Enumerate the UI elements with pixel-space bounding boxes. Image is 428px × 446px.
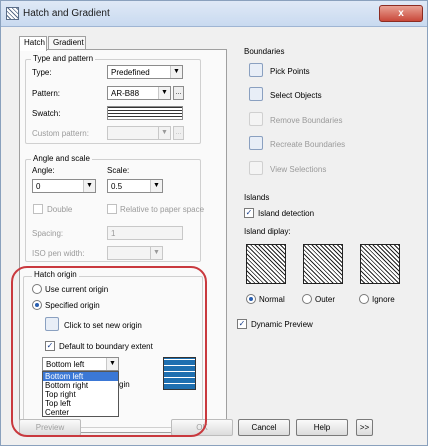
chevron-down-icon: ▼: [83, 180, 95, 192]
tab-hatch[interactable]: Hatch: [19, 36, 47, 51]
tab-gradient[interactable]: Gradient: [48, 36, 86, 50]
dialog-window: Hatch and Gradient x Hatch Gradient Type…: [0, 0, 428, 446]
view-selections-icon[interactable]: [249, 161, 263, 175]
origin-preview-icon: [163, 357, 196, 390]
click-set-origin-label: Click to set new origin: [64, 321, 142, 330]
spacing-label: Spacing:: [32, 229, 64, 238]
custom-pattern-label: Custom pattern:: [32, 129, 89, 138]
dropdown-option-center[interactable]: Center: [43, 408, 118, 417]
swatch-label: Swatch:: [32, 109, 61, 118]
spacing-input[interactable]: 1: [107, 226, 183, 240]
scale-label: Scale:: [107, 166, 130, 175]
window-title: Hatch and Gradient: [23, 8, 110, 19]
angle-select[interactable]: 0 ▼: [32, 179, 96, 193]
select-objects-label[interactable]: Select Objects: [270, 91, 322, 100]
island-normal-label: Normal: [259, 295, 285, 304]
iso-pen-label: ISO pen width:: [32, 249, 85, 258]
island-outer-label: Outer: [315, 295, 336, 304]
origin-position-select[interactable]: Bottom left ▼: [42, 357, 119, 371]
recreate-boundaries-icon[interactable]: [249, 136, 263, 150]
dropdown-option-bottom-left[interactable]: Bottom left: [43, 372, 118, 381]
set-origin-icon[interactable]: [45, 317, 59, 331]
remove-boundaries-icon[interactable]: [249, 112, 263, 126]
island-normal-icon[interactable]: [246, 244, 286, 284]
recreate-boundaries-label[interactable]: Recreate Boundaries: [270, 140, 345, 149]
pick-points-icon[interactable]: [249, 63, 263, 77]
scale-value: 0.5: [111, 182, 123, 191]
default-boundary-checkbox[interactable]: ✓: [45, 341, 55, 351]
islands-label: Islands: [244, 193, 270, 202]
angle-scale-label: Angle and scale: [31, 154, 92, 163]
help-button[interactable]: Help: [296, 419, 348, 436]
angle-label: Angle:: [32, 166, 55, 175]
title-bar: Hatch and Gradient x: [1, 1, 427, 27]
default-boundary-label: Default to boundary extent: [59, 342, 153, 351]
pattern-value: AR-B88: [111, 89, 140, 98]
use-current-origin-radio[interactable]: [32, 284, 42, 294]
close-button[interactable]: x: [379, 5, 423, 22]
store-origin-label: gin: [119, 380, 130, 389]
preview-button[interactable]: Preview: [19, 419, 81, 436]
relative-paper-label: Relative to paper space: [120, 205, 205, 214]
origin-position-dropdown: Bottom left Bottom right Top right Top l…: [42, 371, 119, 417]
island-normal-radio[interactable]: [246, 294, 256, 304]
chevron-down-icon: ▼: [106, 358, 118, 370]
chevron-down-icon: ▼: [158, 127, 170, 139]
custom-browse-button[interactable]: ...: [173, 126, 184, 140]
dropdown-option-top-right[interactable]: Top right: [43, 390, 118, 399]
island-display-label: Island diplay:: [244, 227, 291, 236]
type-pattern-label: Type and pattern: [31, 54, 96, 63]
pattern-label: Pattern:: [32, 89, 61, 98]
pattern-browse-button[interactable]: ...: [173, 86, 184, 100]
hatch-app-icon: [6, 7, 19, 20]
type-select[interactable]: Predefined ▼: [107, 65, 183, 79]
pick-points-label[interactable]: Pick Points: [270, 67, 310, 76]
relative-paper-checkbox[interactable]: [107, 204, 117, 214]
double-label: Double: [47, 205, 73, 214]
custom-pattern-select[interactable]: ▼: [107, 126, 171, 140]
chevron-down-icon: ▼: [150, 180, 162, 192]
angle-value: 0: [36, 182, 41, 191]
island-ignore-radio[interactable]: [359, 294, 369, 304]
select-objects-icon[interactable]: [249, 87, 263, 101]
dynamic-preview-label: Dynamic Preview: [251, 320, 313, 329]
dropdown-option-bottom-right[interactable]: Bottom right: [43, 381, 118, 390]
double-checkbox[interactable]: [33, 204, 43, 214]
island-detection-checkbox[interactable]: ✓: [244, 208, 254, 218]
use-current-origin-label: Use current origin: [45, 285, 109, 294]
dropdown-option-top-left[interactable]: Top left: [43, 399, 118, 408]
origin-position-value: Bottom left: [46, 360, 85, 369]
specified-origin-radio[interactable]: [32, 300, 42, 310]
scale-select[interactable]: 0.5 ▼: [107, 179, 163, 193]
remove-boundaries-label[interactable]: Remove Boundaries: [270, 116, 342, 125]
island-outer-icon[interactable]: [303, 244, 343, 284]
cancel-button[interactable]: Cancel: [238, 419, 290, 436]
island-ignore-icon[interactable]: [360, 244, 400, 284]
chevron-down-icon: ▼: [158, 87, 170, 99]
boundaries-label: Boundaries: [244, 47, 285, 56]
chevron-down-icon: ▼: [170, 66, 182, 78]
ok-button[interactable]: OK: [171, 419, 233, 436]
iso-pen-select[interactable]: ▼: [107, 246, 163, 260]
island-ignore-label: Ignore: [372, 295, 395, 304]
pattern-swatch[interactable]: [107, 106, 183, 120]
chevron-down-icon: ▼: [150, 247, 162, 259]
type-label: Type:: [32, 68, 52, 77]
specified-origin-label: Specified origin: [45, 301, 100, 310]
view-selections-label[interactable]: View Selections: [270, 165, 326, 174]
dynamic-preview-checkbox[interactable]: ✓: [237, 319, 247, 329]
more-options-button[interactable]: >>: [356, 419, 373, 436]
island-detection-label: Island detection: [258, 209, 315, 218]
island-outer-radio[interactable]: [302, 294, 312, 304]
type-value: Predefined: [111, 68, 150, 77]
hatch-origin-label: Hatch origin: [32, 270, 79, 279]
pattern-select[interactable]: AR-B88 ▼: [107, 86, 171, 100]
